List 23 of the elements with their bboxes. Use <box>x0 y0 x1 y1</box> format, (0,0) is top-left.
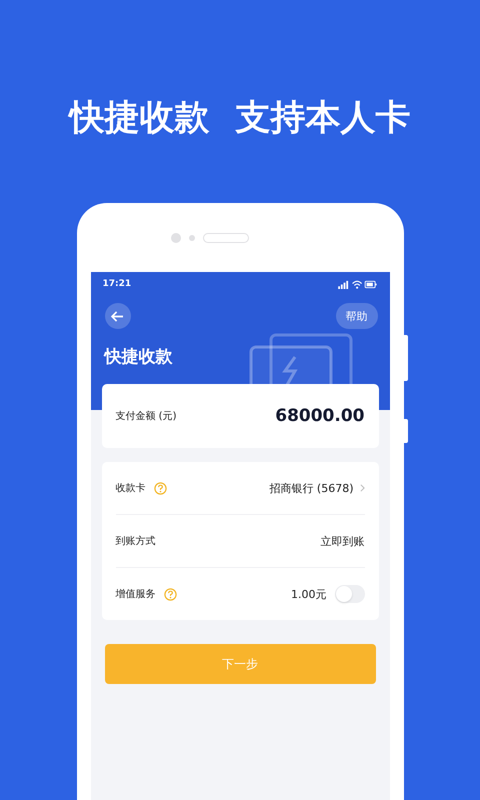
row-value: 立即到账 <box>320 534 364 548</box>
row-value: 招商银行 (5678) <box>269 480 354 496</box>
page-title: 快捷收款 <box>104 346 172 368</box>
row-label: 增值服务 <box>116 588 156 601</box>
sensor-dot <box>189 234 195 240</box>
row-label: 收款卡 <box>116 482 146 495</box>
row-value: 1.00元 <box>291 586 326 602</box>
headline-text: 支持本人卡 <box>236 97 410 140</box>
toggle-switch[interactable] <box>334 585 364 603</box>
help-button[interactable]: 帮助 <box>336 303 378 329</box>
amount-label: 支付金额 (元) <box>116 410 176 423</box>
amount-value: 68000.00 <box>275 406 364 426</box>
speaker-slot <box>203 232 249 242</box>
camera-dot <box>171 232 181 242</box>
headline-text: 快捷收款 <box>70 97 210 140</box>
chevron-right-icon <box>360 484 364 492</box>
back-arrow-icon <box>111 310 124 322</box>
back-button[interactable] <box>104 303 130 329</box>
row-label: 到账方式 <box>116 534 156 548</box>
help-icon[interactable] <box>154 482 166 494</box>
help-icon[interactable] <box>164 588 176 600</box>
status-time: 17:21 <box>102 279 132 289</box>
status-icons <box>338 280 378 288</box>
